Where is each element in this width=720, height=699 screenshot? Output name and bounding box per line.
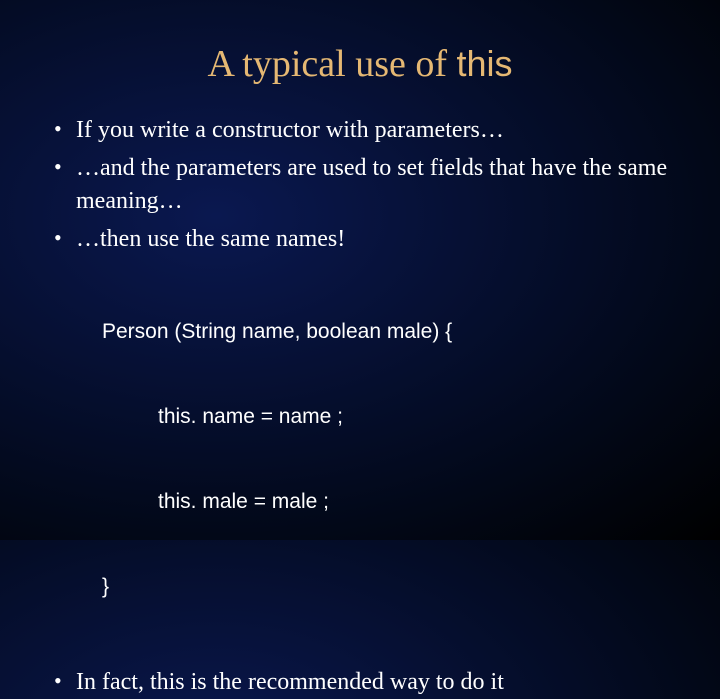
code-line: this. male = male ; — [102, 488, 680, 516]
bullet-item: …then use the same names! — [48, 223, 680, 255]
code-line: Person (String name, boolean male) { — [102, 318, 680, 346]
title-prefix: A typical use of — [207, 43, 456, 85]
bullet-item: …and the parameters are used to set fiel… — [48, 152, 680, 217]
code-line: } — [102, 573, 680, 601]
code-line: this. name = name ; — [102, 403, 680, 431]
code-block: Person (String name, boolean male) { thi… — [102, 262, 680, 659]
bullet-list: If you write a constructor with paramete… — [48, 114, 680, 256]
bullet-list-after: In fact, this is the recommended way to … — [48, 666, 680, 698]
bullet-item: If you write a constructor with paramete… — [48, 114, 680, 146]
slide-content: If you write a constructor with paramete… — [0, 114, 720, 699]
slide-title: A typical use of this — [0, 0, 720, 114]
bullet-item: In fact, this is the recommended way to … — [48, 666, 680, 698]
title-code-keyword: this — [457, 43, 513, 84]
